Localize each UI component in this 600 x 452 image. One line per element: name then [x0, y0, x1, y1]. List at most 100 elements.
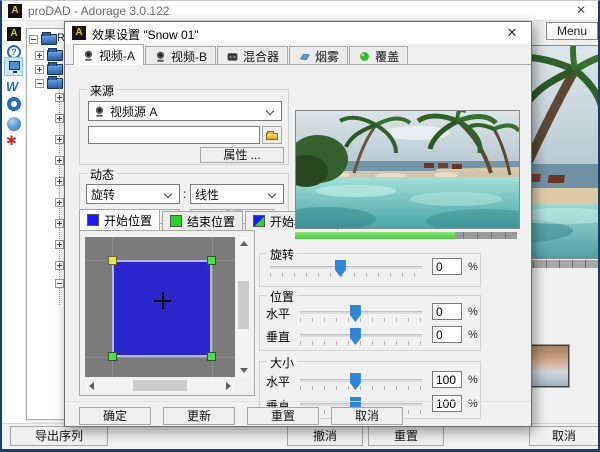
tab-start-position[interactable]: 开始位置: [79, 209, 160, 230]
tree-connector: [59, 75, 60, 305]
position-vertical-value-field[interactable]: [432, 326, 462, 343]
tab-end-position[interactable]: 结束位置: [162, 211, 243, 230]
tab-smoke[interactable]: 烟雾: [289, 46, 348, 65]
scroll-right-icon[interactable]: [226, 382, 231, 390]
tab-label: 混合器: [243, 48, 279, 65]
scrollbar-thumb[interactable]: [133, 380, 187, 391]
tree-expand-icon[interactable]: [55, 114, 64, 123]
webcam-icon: [93, 105, 106, 118]
tree-expand-icon[interactable]: [55, 177, 64, 186]
tree-expand-icon[interactable]: [55, 156, 64, 165]
tab-video-b[interactable]: 视频-B: [145, 46, 216, 65]
tree-expand-icon[interactable]: [55, 240, 64, 249]
ok-button[interactable]: 确定: [79, 407, 151, 425]
cancel-button[interactable]: 取消: [529, 426, 599, 446]
tab-overlay[interactable]: 覆盖: [349, 46, 408, 65]
rotation-value-field[interactable]: [432, 258, 462, 275]
dialog-tabbar: 视频-A 视频-B 混合器 烟雾 覆盖: [65, 44, 531, 65]
tab-label: 视频-B: [171, 48, 207, 65]
size-horizontal-value-field[interactable]: [432, 371, 462, 388]
preview-progress-fill: [295, 232, 455, 239]
sphere-icon[interactable]: [7, 117, 21, 131]
handle-top-right[interactable]: [207, 256, 216, 265]
browse-button[interactable]: [262, 126, 282, 144]
tab-mixer[interactable]: 混合器: [217, 46, 288, 65]
motion-select[interactable]: 旋转: [86, 184, 180, 204]
handle-top-left[interactable]: [108, 256, 117, 265]
position-canvas[interactable]: [85, 237, 235, 377]
slider-ticks: [300, 318, 422, 322]
ring-icon[interactable]: [7, 97, 21, 111]
tree-expand-icon[interactable]: [55, 135, 64, 144]
tree-expand-icon[interactable]: [55, 261, 64, 270]
position-vertical-slider[interactable]: [300, 334, 422, 337]
position-horizontal-value-field[interactable]: [432, 303, 462, 320]
video-source-select[interactable]: 视频源 A: [88, 101, 282, 121]
postab-label: 结束位置: [187, 213, 235, 230]
tree-expand-icon[interactable]: [55, 93, 64, 102]
prodad-logo-icon: A: [72, 26, 86, 40]
mixer-icon: [226, 50, 239, 63]
menu-button[interactable]: Menu: [546, 22, 598, 40]
tab-label: 烟雾: [315, 48, 339, 65]
folder-icon: [41, 34, 57, 45]
handle-bottom-right[interactable]: [207, 352, 216, 361]
source-path-field[interactable]: [88, 126, 260, 144]
rotation-slider[interactable]: [270, 266, 422, 269]
chevron-down-icon: [268, 190, 276, 198]
tree-collapse-icon[interactable]: [35, 79, 44, 88]
update-button[interactable]: 更新: [163, 407, 235, 425]
scroll-down-icon[interactable]: [240, 368, 248, 373]
handle-bottom-left[interactable]: [108, 352, 117, 361]
tab-video-a[interactable]: 视频-A: [73, 44, 144, 65]
dialog-titlebar: A 效果设置 "Snow 01" ✕: [65, 22, 531, 44]
main-close-icon[interactable]: ✕: [568, 2, 594, 19]
dialog-content: 来源 视频源 A 属性 ... 动态 旋转 :: [65, 64, 531, 400]
cancel-button[interactable]: 取消: [331, 407, 403, 425]
horizontal-scrollbar[interactable]: [85, 379, 235, 392]
smoke-icon: [298, 50, 311, 63]
delete-icon[interactable]: ✱: [6, 133, 17, 149]
tree-expand-icon[interactable]: [55, 219, 64, 228]
interpolation-select[interactable]: 线性: [190, 184, 284, 204]
reset-button[interactable]: 重置: [368, 426, 444, 446]
start-end-swatch-icon: [253, 215, 265, 227]
horizontal-label: 水平: [266, 305, 290, 322]
scroll-up-icon[interactable]: [240, 241, 248, 246]
export-sequence-button[interactable]: 导出序列: [10, 426, 108, 446]
properties-button[interactable]: 属性 ...: [200, 147, 284, 163]
rotation-unit-label: %: [468, 261, 478, 273]
tab-label: 视频-A: [99, 47, 135, 64]
folder-icon: [266, 133, 278, 140]
effect-thumbnail[interactable]: [529, 345, 569, 387]
unit-label: %: [468, 374, 478, 386]
prodad-logo-icon: A: [8, 4, 22, 18]
vertical-scrollbar[interactable]: [237, 237, 250, 377]
crosshair-icon: [162, 292, 164, 309]
chevron-down-icon: [266, 107, 274, 115]
preview-progress-bar[interactable]: [295, 232, 517, 239]
dialog-close-icon[interactable]: ✕: [499, 24, 525, 42]
tree-expand-icon[interactable]: [35, 51, 44, 60]
size-horizontal-slider[interactable]: [300, 379, 422, 382]
tree-expand-icon[interactable]: [35, 65, 44, 74]
dialog-button-row: 确定 更新 重置 取消: [65, 401, 531, 428]
undo-button[interactable]: 撤消: [287, 426, 363, 446]
effect-preview-image: [295, 110, 520, 229]
tree-collapse-icon[interactable]: [55, 279, 64, 288]
effect-settings-dialog: A 效果设置 "Snow 01" ✕ 视频-A 视频-B 混合器 烟雾: [64, 21, 532, 427]
webcam-icon: [154, 50, 167, 63]
tree-collapse-icon[interactable]: [29, 35, 38, 44]
main-window: A proDAD - Adorage 3.0.122 ✕ Menu A ? W …: [0, 0, 600, 452]
monitor-icon: [9, 61, 20, 70]
position-horizontal-slider[interactable]: [300, 311, 422, 314]
overlay-icon: [358, 50, 371, 63]
rotation-group: 旋转 %: [259, 253, 481, 287]
reset-button[interactable]: 重置: [247, 407, 319, 425]
monitor-tool-selected[interactable]: [4, 57, 23, 76]
scrollbar-thumb[interactable]: [238, 281, 249, 329]
scroll-left-icon[interactable]: [89, 382, 94, 390]
effects-w-icon[interactable]: W: [6, 79, 18, 94]
tree-expand-icon[interactable]: [55, 198, 64, 207]
webcam-icon: [82, 49, 95, 62]
